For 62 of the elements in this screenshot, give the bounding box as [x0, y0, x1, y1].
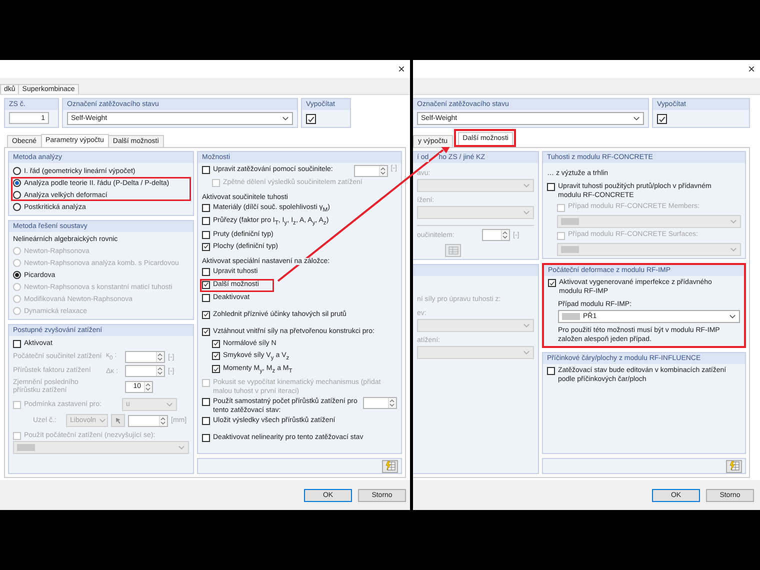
checkbox[interactable]: [212, 365, 220, 374]
bolt-table-icon: [728, 461, 740, 471]
checkbox[interactable]: [202, 328, 210, 336]
caret-icon: [282, 116, 289, 121]
checkbox[interactable]: [202, 416, 210, 425]
caret-icon: [523, 210, 530, 215]
table-icon: [448, 246, 458, 255]
caret-icon: [730, 247, 737, 252]
checkbox[interactable]: [202, 294, 210, 302]
caret-icon: [729, 314, 736, 319]
checkbox[interactable]: [202, 166, 210, 174]
caret-icon: [633, 116, 640, 121]
spin-arrows-icon: [380, 166, 386, 176]
checkbox[interactable]: [202, 230, 210, 239]
checkbox[interactable]: [547, 367, 555, 375]
toolbar-button[interactable]: [382, 460, 398, 472]
pick-button[interactable]: [111, 414, 125, 427]
radio-button[interactable]: [13, 167, 21, 175]
number-field[interactable]: [125, 365, 165, 377]
radio-button[interactable]: [13, 203, 21, 211]
close-button[interactable]: ×: [396, 63, 407, 75]
spin-arrows-icon: [160, 416, 166, 426]
checkbox[interactable]: [306, 114, 316, 124]
checkbox[interactable]: [212, 340, 220, 348]
spin-arrows-icon: [389, 398, 395, 408]
spin-arrows-icon: [157, 366, 163, 376]
number-field[interactable]: [354, 165, 388, 177]
spin-arrows-icon: [157, 352, 163, 362]
radio-button[interactable]: [13, 179, 21, 187]
checkbox[interactable]: [202, 310, 210, 319]
number-field[interactable]: [363, 396, 397, 409]
radio-button[interactable]: [13, 191, 21, 199]
checkbox[interactable]: [547, 183, 555, 191]
close-button[interactable]: ×: [746, 63, 757, 75]
caret-icon: [523, 350, 530, 355]
spin-arrows-icon: [145, 382, 151, 392]
checkbox[interactable]: [548, 279, 556, 287]
cursor-icon: [114, 417, 122, 424]
checkbox[interactable]: [212, 352, 220, 360]
number-field[interactable]: [128, 414, 168, 426]
table-button[interactable]: [445, 244, 461, 257]
checkbox[interactable]: [657, 114, 667, 124]
radio-button[interactable]: [13, 271, 21, 279]
checkbox[interactable]: [13, 340, 21, 348]
checkbox[interactable]: [202, 280, 210, 289]
caret-icon: [730, 219, 737, 224]
checkbox[interactable]: [202, 434, 210, 442]
caret-icon: [166, 402, 173, 407]
spin-arrows-icon: [502, 230, 508, 240]
checkbox[interactable]: [202, 398, 210, 406]
caret-icon: [99, 418, 106, 423]
checkbox[interactable]: [202, 204, 210, 212]
caret-icon: [178, 445, 185, 450]
caret-icon: [523, 183, 530, 188]
toolbar-button[interactable]: [726, 460, 742, 472]
number-field[interactable]: [125, 351, 165, 363]
bolt-table-icon: [384, 461, 396, 471]
checkbox[interactable]: [202, 268, 210, 276]
number-field[interactable]: [482, 229, 510, 241]
checkbox[interactable]: [202, 217, 210, 226]
caret-icon: [523, 323, 530, 328]
checkbox[interactable]: [202, 242, 210, 251]
